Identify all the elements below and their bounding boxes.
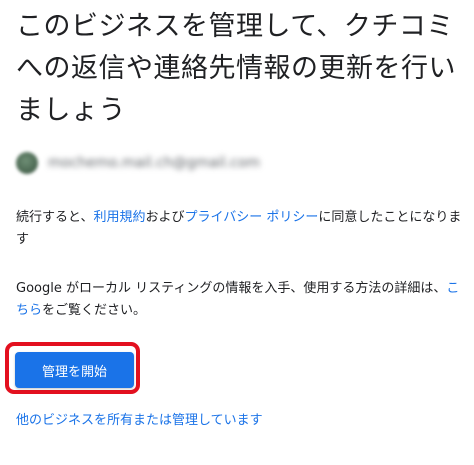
privacy-policy-link[interactable]: プライバシー ポリシー (185, 210, 319, 225)
account-email: mochemo.mail.ch@gmail.com (48, 155, 261, 171)
info-suffix: をご覧ください。 (42, 303, 147, 318)
info-body: Google がローカル リスティングの情報を入手、使用する方法の詳細は、 (16, 281, 447, 296)
terms-link[interactable]: 利用規約 (93, 210, 145, 225)
page-title: このビジネスを管理して、クチコミへの返信や連絡先情報の更新を行いましょう (16, 11, 456, 126)
other-business-link[interactable]: 他のビジネスを所有または管理しています (16, 410, 263, 432)
terms-and: および (145, 210, 185, 225)
terms-prefix: 続行すると、 (16, 210, 94, 225)
info-text: Google がローカル リスティングの情報を入手、使用する方法の詳細は、こちら… (16, 278, 462, 322)
avatar (16, 152, 38, 174)
terms-text: 続行すると、利用規約およびプライバシー ポリシーに同意したことになります (16, 207, 462, 251)
start-management-button[interactable]: 管理を開始 (15, 352, 134, 388)
page: このビジネスを管理して、クチコミへの返信や連絡先情報の更新を行いましょう moc… (0, 0, 474, 465)
account-chip: mochemo.mail.ch@gmail.com (16, 150, 260, 176)
